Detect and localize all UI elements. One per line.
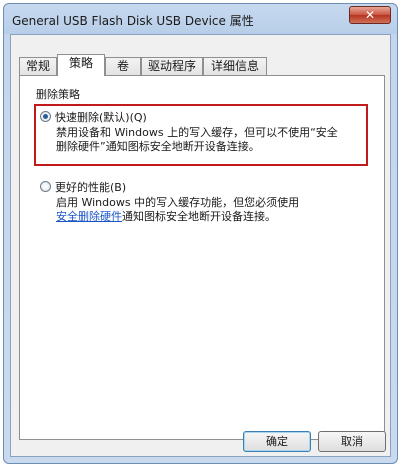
- quick-removal-desc-line2: 删除硬件”通知图标安全地断开设备连接。: [56, 140, 260, 153]
- better-performance-desc-line2: 安全删除硬件通知图标安全地断开设备连接。: [56, 210, 276, 224]
- window-title: General USB Flash Disk USB Device 属性: [12, 14, 254, 28]
- better-performance-desc-line2-rest: 通知图标安全地断开设备连接。: [122, 210, 276, 223]
- better-performance-radio[interactable]: [40, 181, 51, 192]
- tab-policies[interactable]: 策略: [57, 54, 105, 76]
- policies-panel: 删除策略 快速删除(默认)(Q) 禁用设备和 Windows 上的写入缓存，但可…: [19, 75, 385, 440]
- dialog-body: 常规 策略 卷 驱动程序 详细信息 删除策略 快速删除(默认)(Q) 禁用设备和…: [10, 34, 391, 457]
- ok-button[interactable]: 确定: [243, 431, 311, 452]
- better-performance-label[interactable]: 更好的性能(B): [55, 179, 126, 195]
- tab-general[interactable]: 常规: [19, 57, 57, 75]
- safely-remove-hardware-link[interactable]: 安全删除硬件: [56, 210, 122, 223]
- removal-policy-label: 删除策略: [36, 88, 80, 101]
- quick-removal-radio[interactable]: [40, 111, 51, 122]
- quick-removal-label[interactable]: 快速删除(默认)(Q): [55, 109, 147, 125]
- better-performance-desc-line1: 启用 Windows 中的写入缓存功能，但您必须使用: [56, 196, 300, 209]
- tab-volumes[interactable]: 卷: [105, 57, 141, 75]
- tab-details[interactable]: 详细信息: [203, 57, 267, 75]
- cancel-button[interactable]: 取消: [318, 431, 386, 452]
- quick-removal-desc-line1: 禁用设备和 Windows 上的写入缓存，但可以不使用“安全: [56, 126, 338, 139]
- properties-dialog: General USB Flash Disk USB Device 属性 ✕ 常…: [3, 3, 398, 464]
- title-bar[interactable]: General USB Flash Disk USB Device 属性 ✕: [4, 4, 397, 34]
- tab-driver[interactable]: 驱动程序: [141, 57, 203, 75]
- close-icon: ✕: [364, 8, 376, 22]
- close-button[interactable]: ✕: [349, 6, 391, 24]
